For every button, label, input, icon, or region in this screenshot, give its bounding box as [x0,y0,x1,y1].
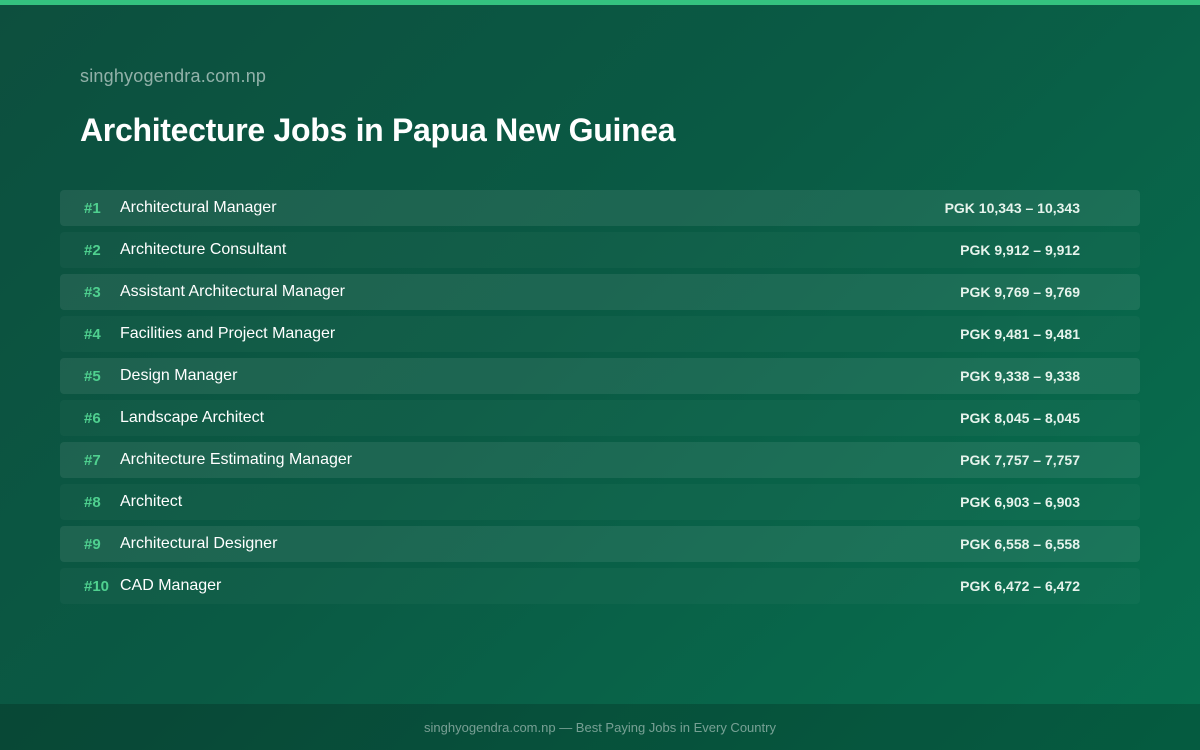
job-rank: #2 [84,241,101,259]
job-rank: #9 [84,535,101,553]
job-salary: PGK 6,472 – 6,472 [960,578,1080,594]
job-salary: PGK 6,558 – 6,558 [960,536,1080,552]
job-row: #4 Facilities and Project Manager PGK 9,… [60,316,1140,352]
job-rank: #3 [84,283,101,301]
job-title: Assistant Architectural Manager [120,283,345,300]
site-name: singhyogendra.com.np [80,66,267,86]
job-salary: PGK 9,481 – 9,481 [960,326,1080,342]
job-title: Architect [120,493,183,510]
job-title: Facilities and Project Manager [120,325,336,342]
job-rank: #10 [84,577,110,595]
job-row: #8 Architect PGK 6,903 – 6,903 [60,484,1140,520]
job-title: Architectural Manager [120,199,277,216]
job-rank: #8 [84,493,101,511]
footer-text: singhyogendra.com.np — Best Paying Jobs … [424,719,776,735]
job-row: #1 Architectural Manager PGK 10,343 – 10… [60,190,1140,226]
job-title: Architecture Estimating Manager [120,451,353,468]
job-salary: PGK 9,769 – 9,769 [960,284,1080,300]
job-row: #9 Architectural Designer PGK 6,558 – 6,… [60,526,1140,562]
job-rank: #1 [84,199,101,217]
job-salary: PGK 10,343 – 10,343 [944,200,1080,216]
job-title: Architecture Consultant [120,241,287,258]
top-accent-bar [0,0,1200,5]
job-row: #6 Landscape Architect PGK 8,045 – 8,045 [60,400,1140,436]
job-salary: PGK 9,912 – 9,912 [960,242,1080,258]
job-rank: #6 [84,409,101,427]
job-row: #7 Architecture Estimating Manager PGK 7… [60,442,1140,478]
job-salary: PGK 6,903 – 6,903 [960,494,1080,510]
job-row: #5 Design Manager PGK 9,338 – 9,338 [60,358,1140,394]
job-title: Design Manager [120,367,238,384]
job-rank: #7 [84,451,101,469]
job-rank: #5 [84,367,101,385]
job-row: #2 Architecture Consultant PGK 9,912 – 9… [60,232,1140,268]
job-rank: #4 [84,325,101,343]
job-title: CAD Manager [120,577,222,594]
footer: singhyogendra.com.np — Best Paying Jobs … [0,704,1200,750]
job-title: Landscape Architect [120,409,265,426]
job-row: #10 CAD Manager PGK 6,472 – 6,472 [60,568,1140,604]
page-title: Architecture Jobs in Papua New Guinea [80,112,676,148]
job-list: #1 Architectural Manager PGK 10,343 – 10… [60,190,1140,610]
job-salary: PGK 8,045 – 8,045 [960,410,1080,426]
job-title: Architectural Designer [120,535,278,552]
job-row: #3 Assistant Architectural Manager PGK 9… [60,274,1140,310]
job-salary: PGK 7,757 – 7,757 [960,452,1080,468]
job-salary: PGK 9,338 – 9,338 [960,368,1080,384]
